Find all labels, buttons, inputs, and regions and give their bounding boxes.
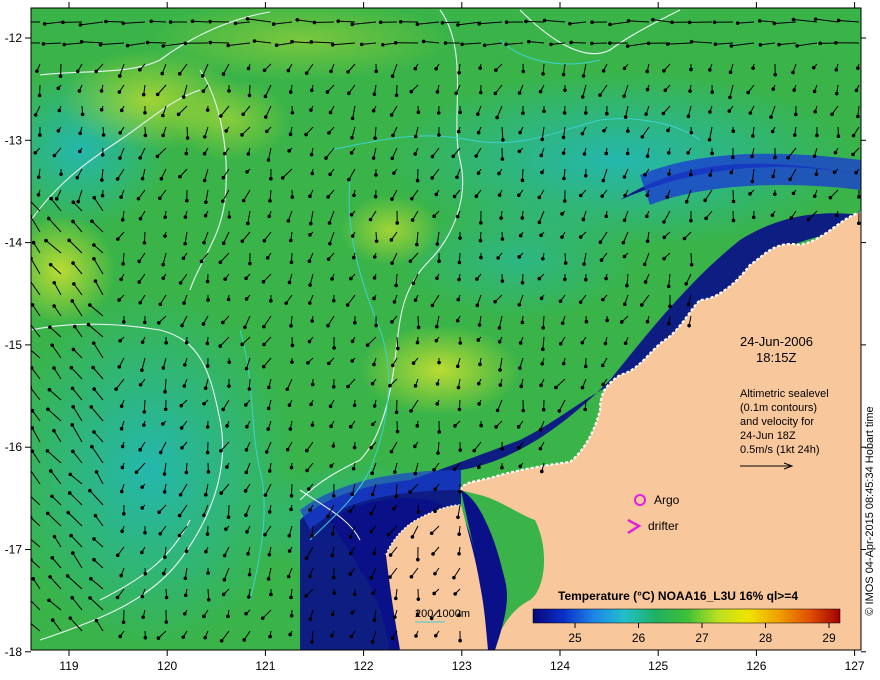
lon-tick-label: 122 (354, 659, 374, 673)
lon-tick-label: 124 (550, 659, 570, 673)
info-line: Altimetric sealevel (740, 388, 829, 400)
depth-legend: 200 1000m (415, 608, 470, 620)
argo-label: Argo (654, 493, 680, 507)
credit-line: © IMOS 04-Apr-2015 08:45:34 Hobart time (864, 406, 876, 616)
colorbar-tick: 29 (822, 631, 836, 645)
drifter-label: drifter (648, 519, 679, 533)
colorbar-tick: 28 (759, 631, 773, 645)
lat-tick-label: -15 (5, 338, 23, 352)
sst-map: 119 120 121 122 123 124 125 126 127 -12 -13 -14 -15… (5, 2, 866, 673)
time-label: 18:15Z (756, 350, 797, 365)
lat-tick-label: -13 (5, 133, 23, 147)
lon-tick-label: 123 (452, 659, 472, 673)
lat-tick-label: -18 (5, 645, 23, 659)
colorbar-title: Temperature (°C) NOAA16_L3U 16% ql>=4 (558, 589, 798, 603)
lon-tick-label: 127 (845, 659, 865, 673)
info-line: (0.1m contours) (740, 402, 817, 414)
colorbar-tick: 26 (632, 631, 646, 645)
lon-tick-label: 126 (746, 659, 766, 673)
colorbar-tick: 25 (568, 631, 582, 645)
lon-tick-label: 125 (648, 659, 668, 673)
info-line: 0.5m/s (1kt 24h) (740, 444, 819, 456)
info-line: and velocity for (740, 416, 814, 428)
lon-tick-label: 120 (157, 659, 177, 673)
lon-tick-label: 119 (59, 659, 78, 673)
colorbar-tick: 27 (695, 631, 709, 645)
date-label: 24-Jun-2006 (740, 334, 813, 349)
lon-tick-label: 121 (255, 659, 275, 673)
lat-tick-label: -12 (5, 31, 23, 45)
info-line: 24-Jun 18Z (740, 430, 796, 442)
lat-tick-label: -17 (5, 543, 23, 557)
lat-tick-label: -14 (5, 236, 23, 250)
lat-tick-label: -16 (5, 440, 23, 454)
